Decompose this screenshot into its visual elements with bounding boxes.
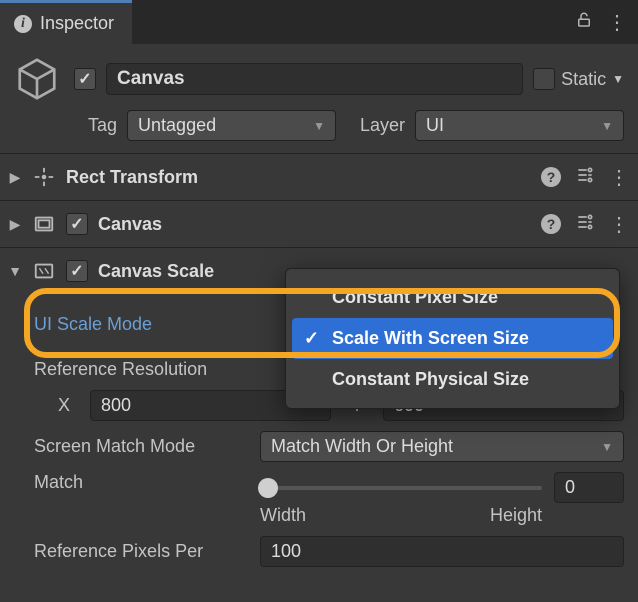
gameobject-header: Canvas Static ▼: [0, 44, 638, 106]
layer-dropdown[interactable]: UI ▼: [415, 110, 624, 141]
screen-match-mode-row: Screen Match Mode Match Width Or Height …: [34, 431, 624, 462]
x-label: X: [58, 395, 80, 416]
tab-menu-icon[interactable]: ⋮: [607, 10, 626, 35]
help-icon[interactable]: ?: [541, 214, 561, 234]
tab-bar: i Inspector ⋮: [0, 0, 638, 44]
tab-title: Inspector: [40, 13, 114, 34]
canvas-scaler-icon: [32, 259, 56, 283]
component-name: Canvas: [98, 214, 531, 235]
foldout-collapsed-icon[interactable]: ▶: [8, 216, 22, 233]
tag-layer-row: Tag Untagged ▼ Layer UI ▼: [0, 106, 638, 153]
info-icon: i: [14, 15, 32, 33]
active-checkbox[interactable]: [74, 68, 96, 90]
chevron-down-icon: ▼: [601, 119, 613, 133]
layer-value: UI: [426, 115, 444, 136]
screen-match-mode-value: Match Width Or Height: [271, 436, 453, 457]
chevron-down-icon: ▼: [601, 440, 613, 454]
static-toggle[interactable]: Static ▼: [533, 68, 624, 90]
match-value-field[interactable]: 0: [554, 472, 624, 503]
settings-icon[interactable]: [575, 212, 595, 237]
tag-value: Untagged: [138, 115, 216, 136]
canvas-icon: [32, 212, 56, 236]
match-slider[interactable]: [260, 486, 542, 490]
inspector-tab[interactable]: i Inspector: [0, 0, 132, 44]
tab-actions: ⋮: [575, 10, 638, 35]
ui-scale-mode-popup: Constant Pixel Size Scale With Screen Si…: [285, 268, 620, 409]
reference-pixels-field[interactable]: 100: [260, 536, 624, 567]
chevron-down-icon[interactable]: ▼: [612, 72, 624, 86]
component-rect-transform: ▶ Rect Transform ? ⋮: [0, 153, 638, 200]
tag-dropdown[interactable]: Untagged ▼: [127, 110, 336, 141]
lock-icon[interactable]: [575, 11, 593, 34]
rect-transform-icon: [32, 165, 56, 189]
static-label: Static: [561, 69, 606, 90]
reference-pixels-row: Reference Pixels Per 100: [34, 536, 624, 567]
chevron-down-icon: ▼: [313, 119, 325, 133]
component-enabled-checkbox[interactable]: [66, 213, 88, 235]
ui-scale-mode-label: UI Scale Mode: [34, 314, 274, 335]
option-constant-pixel-size[interactable]: Constant Pixel Size: [292, 277, 613, 318]
option-scale-with-screen-size[interactable]: Scale With Screen Size: [292, 318, 613, 359]
gameobject-name-field[interactable]: Canvas: [106, 63, 523, 95]
component-header[interactable]: ▶ Canvas ? ⋮: [0, 201, 638, 247]
screen-match-mode-label: Screen Match Mode: [34, 436, 250, 457]
reference-resolution-label: Reference Resolution: [34, 359, 274, 380]
gameobject-icon[interactable]: [14, 56, 60, 102]
context-menu-icon[interactable]: ⋮: [609, 212, 628, 237]
foldout-collapsed-icon[interactable]: ▶: [8, 169, 22, 186]
reference-pixels-label: Reference Pixels Per: [34, 541, 250, 562]
screen-match-mode-dropdown[interactable]: Match Width Or Height ▼: [260, 431, 624, 462]
match-row: Match 0 Width Height: [34, 472, 624, 526]
component-canvas: ▶ Canvas ? ⋮: [0, 200, 638, 247]
option-constant-physical-size[interactable]: Constant Physical Size: [292, 359, 613, 400]
foldout-expanded-icon[interactable]: ▼: [8, 263, 22, 279]
match-slider-right-label: Height: [490, 505, 542, 526]
settings-icon[interactable]: [575, 165, 595, 190]
component-header[interactable]: ▶ Rect Transform ? ⋮: [0, 154, 638, 200]
static-checkbox[interactable]: [533, 68, 555, 90]
layer-label: Layer: [360, 115, 405, 136]
tag-label: Tag: [88, 115, 117, 136]
match-slider-left-label: Width: [260, 505, 306, 526]
help-icon[interactable]: ?: [541, 167, 561, 187]
component-enabled-checkbox[interactable]: [66, 260, 88, 282]
slider-thumb[interactable]: [258, 478, 278, 498]
context-menu-icon[interactable]: ⋮: [609, 165, 628, 190]
match-label: Match: [34, 472, 250, 493]
component-name: Rect Transform: [66, 167, 531, 188]
